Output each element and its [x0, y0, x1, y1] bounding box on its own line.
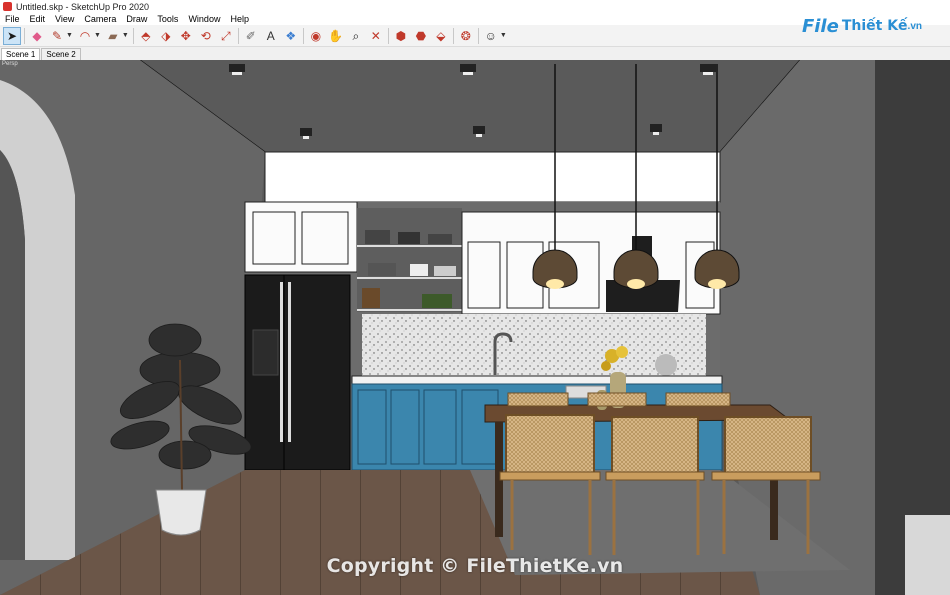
rectangle-tool-icon[interactable]: ▰: [105, 28, 121, 44]
menu-window[interactable]: Window: [183, 14, 225, 24]
copyright-watermark: Copyright © FileThietKe.vn: [326, 555, 624, 577]
toolbar-separator: [132, 27, 134, 44]
logo-ext-text: .vn: [907, 20, 922, 32]
text-tool-icon[interactable]: A: [263, 28, 279, 44]
pencil-line-tool-icon[interactable]: ✎: [49, 28, 65, 44]
kettle: [655, 354, 677, 376]
menu-help[interactable]: Help: [225, 14, 254, 24]
arc-tool-icon[interactable]: ◠: [77, 28, 93, 44]
account-user-icon[interactable]: ☺: [483, 28, 499, 44]
title-bar: Untitled.skp - SketchUp Pro 2020: [0, 0, 950, 13]
chevron-down-icon[interactable]: ▼: [94, 32, 101, 39]
menu-file[interactable]: File: [0, 14, 25, 24]
drawing-viewport[interactable]: Persp Copyright © FileThietKe.vn: [0, 60, 950, 595]
menu-view[interactable]: View: [50, 14, 79, 24]
upper-cabinet-right: [461, 211, 721, 315]
move-tool-icon[interactable]: ✥: [178, 28, 194, 44]
terrazzo-backsplash: [362, 314, 706, 376]
window-title: Untitled.skp - SketchUp Pro 2020: [16, 1, 150, 12]
menu-camera[interactable]: Camera: [79, 14, 121, 24]
chevron-down-icon[interactable]: ▼: [66, 32, 73, 39]
tape-measure-tool-icon[interactable]: ✐: [243, 28, 259, 44]
rotate-tool-icon[interactable]: ⟲: [198, 28, 214, 44]
chevron-down-icon[interactable]: ▼: [122, 32, 129, 39]
tab-scene-1[interactable]: Scene 1: [1, 48, 41, 60]
toolbar-separator: [387, 27, 389, 44]
window-band: [264, 151, 721, 203]
countertop: [351, 375, 723, 385]
extension-manager-tool-icon[interactable]: ❂: [458, 28, 474, 44]
tab-scene-2[interactable]: Scene 2: [41, 48, 81, 60]
arch-opening: [0, 150, 25, 560]
filethietke-logo: File Thiết Kế .vn: [802, 14, 922, 38]
camera-label: Persp: [2, 61, 18, 67]
toolbar-separator: [452, 27, 454, 44]
paint-bucket-tool-icon[interactable]: ❖: [283, 28, 299, 44]
menu-tools[interactable]: Tools: [152, 14, 183, 24]
menu-edit[interactable]: Edit: [25, 14, 51, 24]
select-tool-icon[interactable]: ➤: [3, 26, 21, 45]
sketchup-app-icon: [3, 2, 12, 11]
toolbar-separator: [302, 27, 304, 44]
warehouse-tool-icon[interactable]: ⬢: [393, 28, 409, 44]
follow-me-tool-icon[interactable]: ⬗: [158, 28, 174, 44]
logo-thietke-text: Thiết Kế: [841, 18, 908, 34]
zoom-extents-tool-icon[interactable]: ✕: [368, 28, 384, 44]
zoom-tool-icon[interactable]: ⌕: [348, 28, 364, 44]
logo-file-text: File: [801, 15, 839, 37]
dining-chairs-back: [507, 392, 731, 407]
toolbar-separator: [24, 27, 25, 44]
orbit-tool-icon[interactable]: ◉: [308, 28, 324, 44]
kitchen-render: [0, 60, 950, 595]
menu-draw[interactable]: Draw: [121, 14, 152, 24]
right-column: [875, 60, 950, 595]
toolbar-separator: [477, 27, 479, 44]
send-to-layout-tool-icon[interactable]: ⬙: [433, 28, 449, 44]
eraser-tool-icon[interactable]: ◆: [29, 28, 45, 44]
push-pull-tool-icon[interactable]: ⬘: [138, 28, 154, 44]
toolbar-separator: [237, 27, 239, 44]
extension-warehouse-tool-icon[interactable]: ⬣: [413, 28, 429, 44]
scene-tabs: Scene 1 Scene 2: [0, 47, 950, 60]
pan-tool-icon[interactable]: ✋: [328, 28, 344, 44]
chevron-down-icon[interactable]: ▼: [500, 32, 507, 39]
scale-tool-icon[interactable]: ⤢: [218, 28, 234, 44]
